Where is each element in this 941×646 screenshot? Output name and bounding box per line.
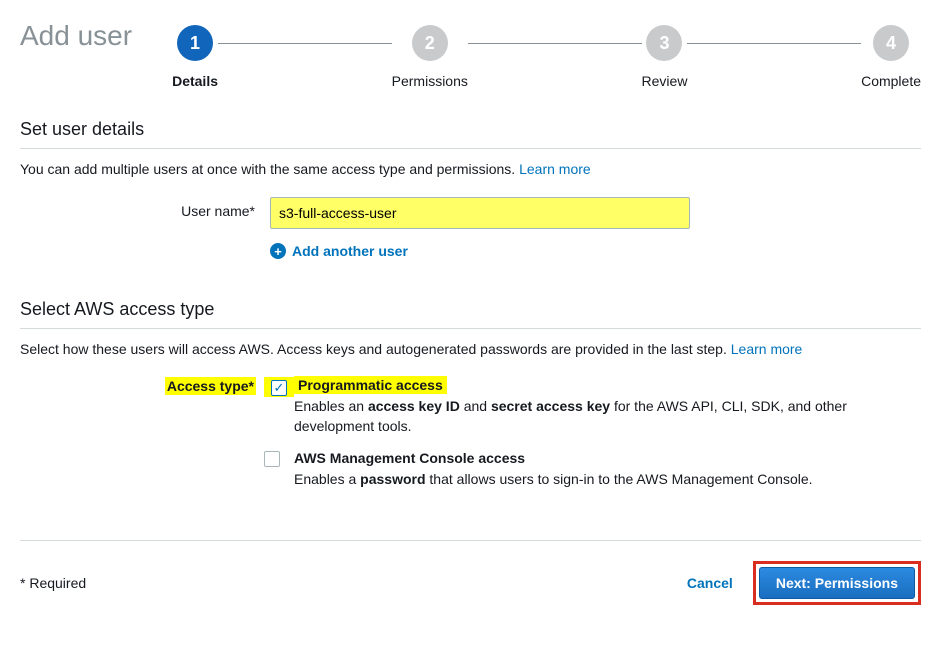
console-access-title: AWS Management Console access <box>294 450 525 466</box>
add-another-user-button[interactable]: + Add another user <box>270 243 408 259</box>
step-label: Details <box>172 73 218 89</box>
desc-text: You can add multiple users at once with … <box>20 161 515 177</box>
desc-text: Enables an <box>294 398 368 414</box>
next-permissions-button[interactable]: Next: Permissions <box>759 567 915 599</box>
section-title-user-details: Set user details <box>20 119 921 140</box>
step-permissions: 2 Permissions <box>392 25 468 89</box>
section-desc-access-type: Select how these users will access AWS. … <box>20 341 921 357</box>
desc-bold: password <box>360 471 425 487</box>
desc-text: and <box>460 398 491 414</box>
desc-text: that allows users to sign-in to the AWS … <box>426 471 813 487</box>
step-review: 3 Review <box>642 25 688 89</box>
step-label: Permissions <box>392 73 468 89</box>
step-details: 1 Details <box>172 25 218 89</box>
console-access-desc: Enables a password that allows users to … <box>294 470 894 490</box>
step-number: 2 <box>412 25 448 61</box>
plus-circle-icon: + <box>270 243 286 259</box>
section-desc-user-details: You can add multiple users at once with … <box>20 161 921 177</box>
wizard-stepper: 1 Details 2 Permissions 3 Review 4 Compl… <box>172 20 921 89</box>
page-title: Add user <box>20 20 132 52</box>
step-connector <box>687 43 861 44</box>
learn-more-link[interactable]: Learn more <box>519 161 591 177</box>
learn-more-link[interactable]: Learn more <box>731 341 803 357</box>
step-number: 3 <box>646 25 682 61</box>
divider <box>20 328 921 329</box>
step-label: Complete <box>861 73 921 89</box>
step-complete: 4 Complete <box>861 25 921 89</box>
desc-text: Select how these users will access AWS. … <box>20 341 727 357</box>
access-type-label: Access type* <box>165 377 256 395</box>
cancel-button[interactable]: Cancel <box>687 575 733 591</box>
next-button-highlight: Next: Permissions <box>753 561 921 605</box>
desc-bold: secret access key <box>491 398 610 414</box>
programmatic-access-title: Programmatic access <box>294 376 447 394</box>
section-title-access-type: Select AWS access type <box>20 299 921 320</box>
desc-bold: access key ID <box>368 398 460 414</box>
step-number: 4 <box>873 25 909 61</box>
step-connector <box>218 43 392 44</box>
programmatic-access-checkbox[interactable]: ✓ <box>271 380 287 396</box>
user-name-input[interactable] <box>270 197 690 229</box>
user-name-label: User name* <box>20 197 270 229</box>
add-another-label: Add another user <box>292 243 408 259</box>
check-icon: ✓ <box>274 381 285 394</box>
console-access-checkbox[interactable] <box>264 451 280 467</box>
step-number: 1 <box>177 25 213 61</box>
required-note: * Required <box>20 575 687 591</box>
programmatic-access-desc: Enables an access key ID and secret acce… <box>294 397 894 436</box>
step-label: Review <box>642 73 688 89</box>
step-connector <box>468 43 642 44</box>
desc-text: Enables a <box>294 471 360 487</box>
divider <box>20 148 921 149</box>
